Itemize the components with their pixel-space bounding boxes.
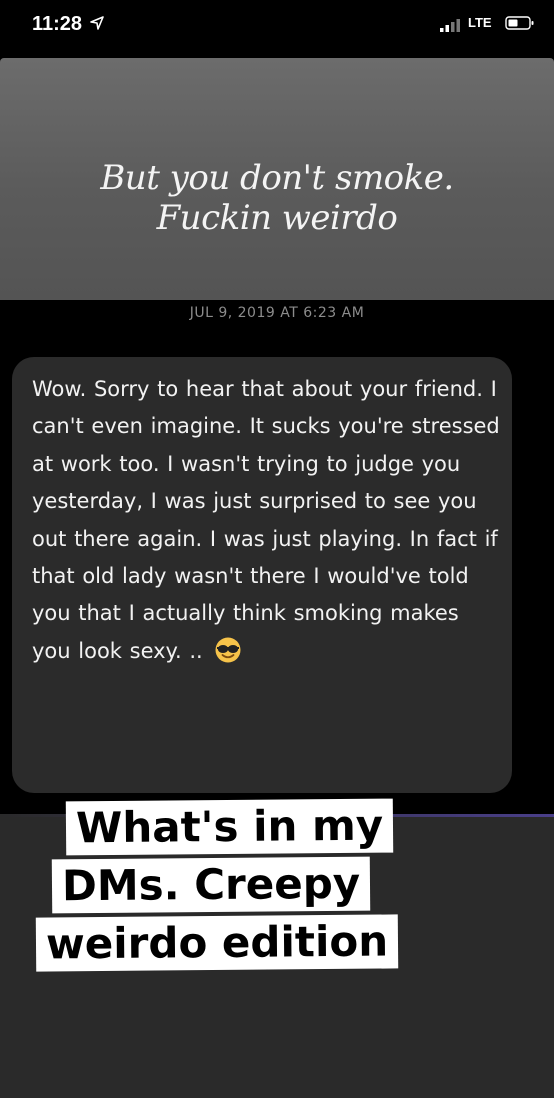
status-time: 11:28 (32, 13, 83, 35)
sticker-line: What's in my (65, 798, 394, 856)
network-type: LTE (468, 15, 492, 30)
battery-icon (505, 15, 535, 35)
location-arrow-icon (90, 15, 104, 34)
sticker-line: DMs. Creepy (51, 856, 371, 914)
status-bar: 11:28 LTE (0, 0, 554, 52)
message-timestamp: JUL 9, 2019 AT 6:23 AM (189, 305, 365, 321)
story-caption-line: Fuckin weirdo (156, 198, 398, 238)
message-bubble[interactable]: Wow. Sorry to hear that about your frien… (12, 357, 512, 793)
story-reply-card[interactable]: But you don't smoke. Fuckin weirdo (0, 58, 554, 300)
message-text: Wow. Sorry to hear that about your frien… (32, 371, 502, 676)
cellular-signal-icon (440, 17, 464, 36)
story-caption: But you don't smoke. Fuckin weirdo (20, 158, 534, 238)
sunglasses-emoji-icon (214, 636, 242, 676)
message-body: Wow. Sorry to hear that about your frien… (32, 377, 500, 663)
sticker-line: weirdo edition (35, 914, 399, 972)
story-caption-line: But you don't smoke. (100, 158, 454, 198)
